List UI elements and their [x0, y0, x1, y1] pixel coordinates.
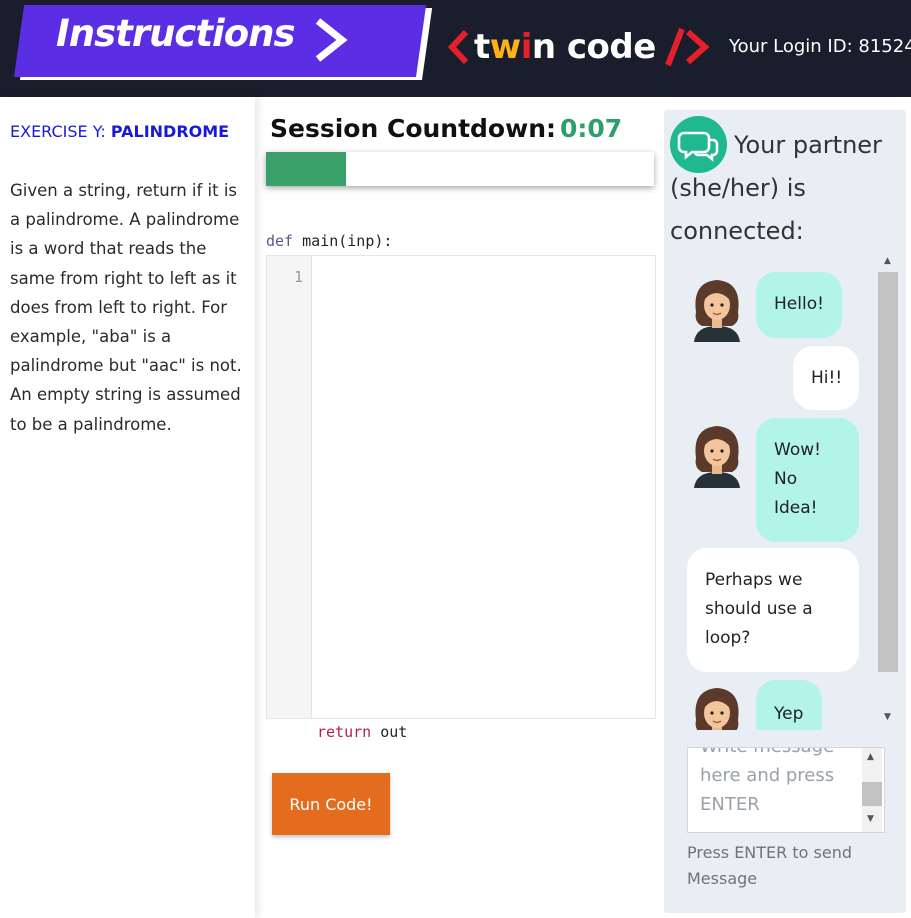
twin-code-logo: twin code [448, 24, 712, 70]
session-countdown: Session Countdown: 0:07 [270, 114, 622, 143]
top-header: Instructions twin code Your Login ID: 81… [0, 0, 911, 97]
scroll-down-icon[interactable]: ▼ [884, 712, 891, 722]
partner-avatar [695, 688, 739, 730]
chat-scrollbar[interactable]: ▲ ▼ [878, 250, 900, 730]
line-number-gutter: 1 [267, 256, 312, 718]
instructions-label[interactable]: Instructions [56, 12, 295, 55]
run-code-button[interactable]: Run Code! [272, 773, 390, 835]
chat-scroll-thumb[interactable] [878, 272, 898, 672]
send-hint: Press ENTER to send Message [687, 843, 852, 888]
input-scrollbar[interactable]: ▲ ▼ [862, 748, 882, 832]
chat-messages: Hello! Hi!! Wow! No Idea! Perhaps we sho… [672, 250, 878, 730]
code-editor[interactable]: 1 [266, 255, 656, 719]
return-statement: return out [317, 723, 408, 741]
chat-panel: Your partner (she/her) is connected: Hel… [664, 110, 906, 913]
exercise-description: Given a string, return if it is a palind… [10, 181, 242, 434]
message-input[interactable]: Write message here and press ENTER ▲ ▼ [687, 747, 885, 833]
line-number: 1 [293, 268, 303, 286]
partner-avatar [694, 280, 740, 342]
chat-message-self: Perhaps we should use a loop? [687, 548, 859, 672]
scroll-up-icon[interactable]: ▲ [884, 256, 891, 266]
partner-status: Your partner (she/her) is connected: [670, 131, 882, 245]
countdown-label: Session Countdown: [270, 114, 556, 143]
message-placeholder: Write message here and press ENTER [700, 748, 835, 815]
chat-message-partner: Yep [756, 680, 822, 730]
input-scroll-thumb[interactable] [862, 782, 882, 806]
countdown-progress-bar [266, 152, 654, 186]
chat-message-partner: Wow! No Idea! [756, 418, 859, 542]
progress-fill [266, 152, 346, 186]
scroll-up-icon[interactable]: ▲ [867, 752, 874, 762]
chevron-right-icon [315, 18, 348, 62]
countdown-time: 0:07 [560, 114, 623, 143]
chat-message-partner: Hello! [756, 272, 842, 338]
slash-right-bracket-icon [665, 27, 710, 67]
login-id: Your Login ID: 815248 [729, 36, 911, 57]
partner-avatar [694, 426, 740, 488]
chat-message-self: Hi!! [793, 346, 859, 410]
function-signature: def main(inp): [266, 232, 393, 250]
logo-wordmark: twin code [474, 27, 656, 67]
exercise-panel: EXERCISE Y: PALINDROME Given a string, r… [0, 97, 255, 918]
exercise-title: EXERCISE Y: PALINDROME [10, 122, 230, 141]
scroll-down-icon[interactable]: ▼ [867, 814, 874, 824]
left-angle-bracket-icon [448, 29, 469, 65]
